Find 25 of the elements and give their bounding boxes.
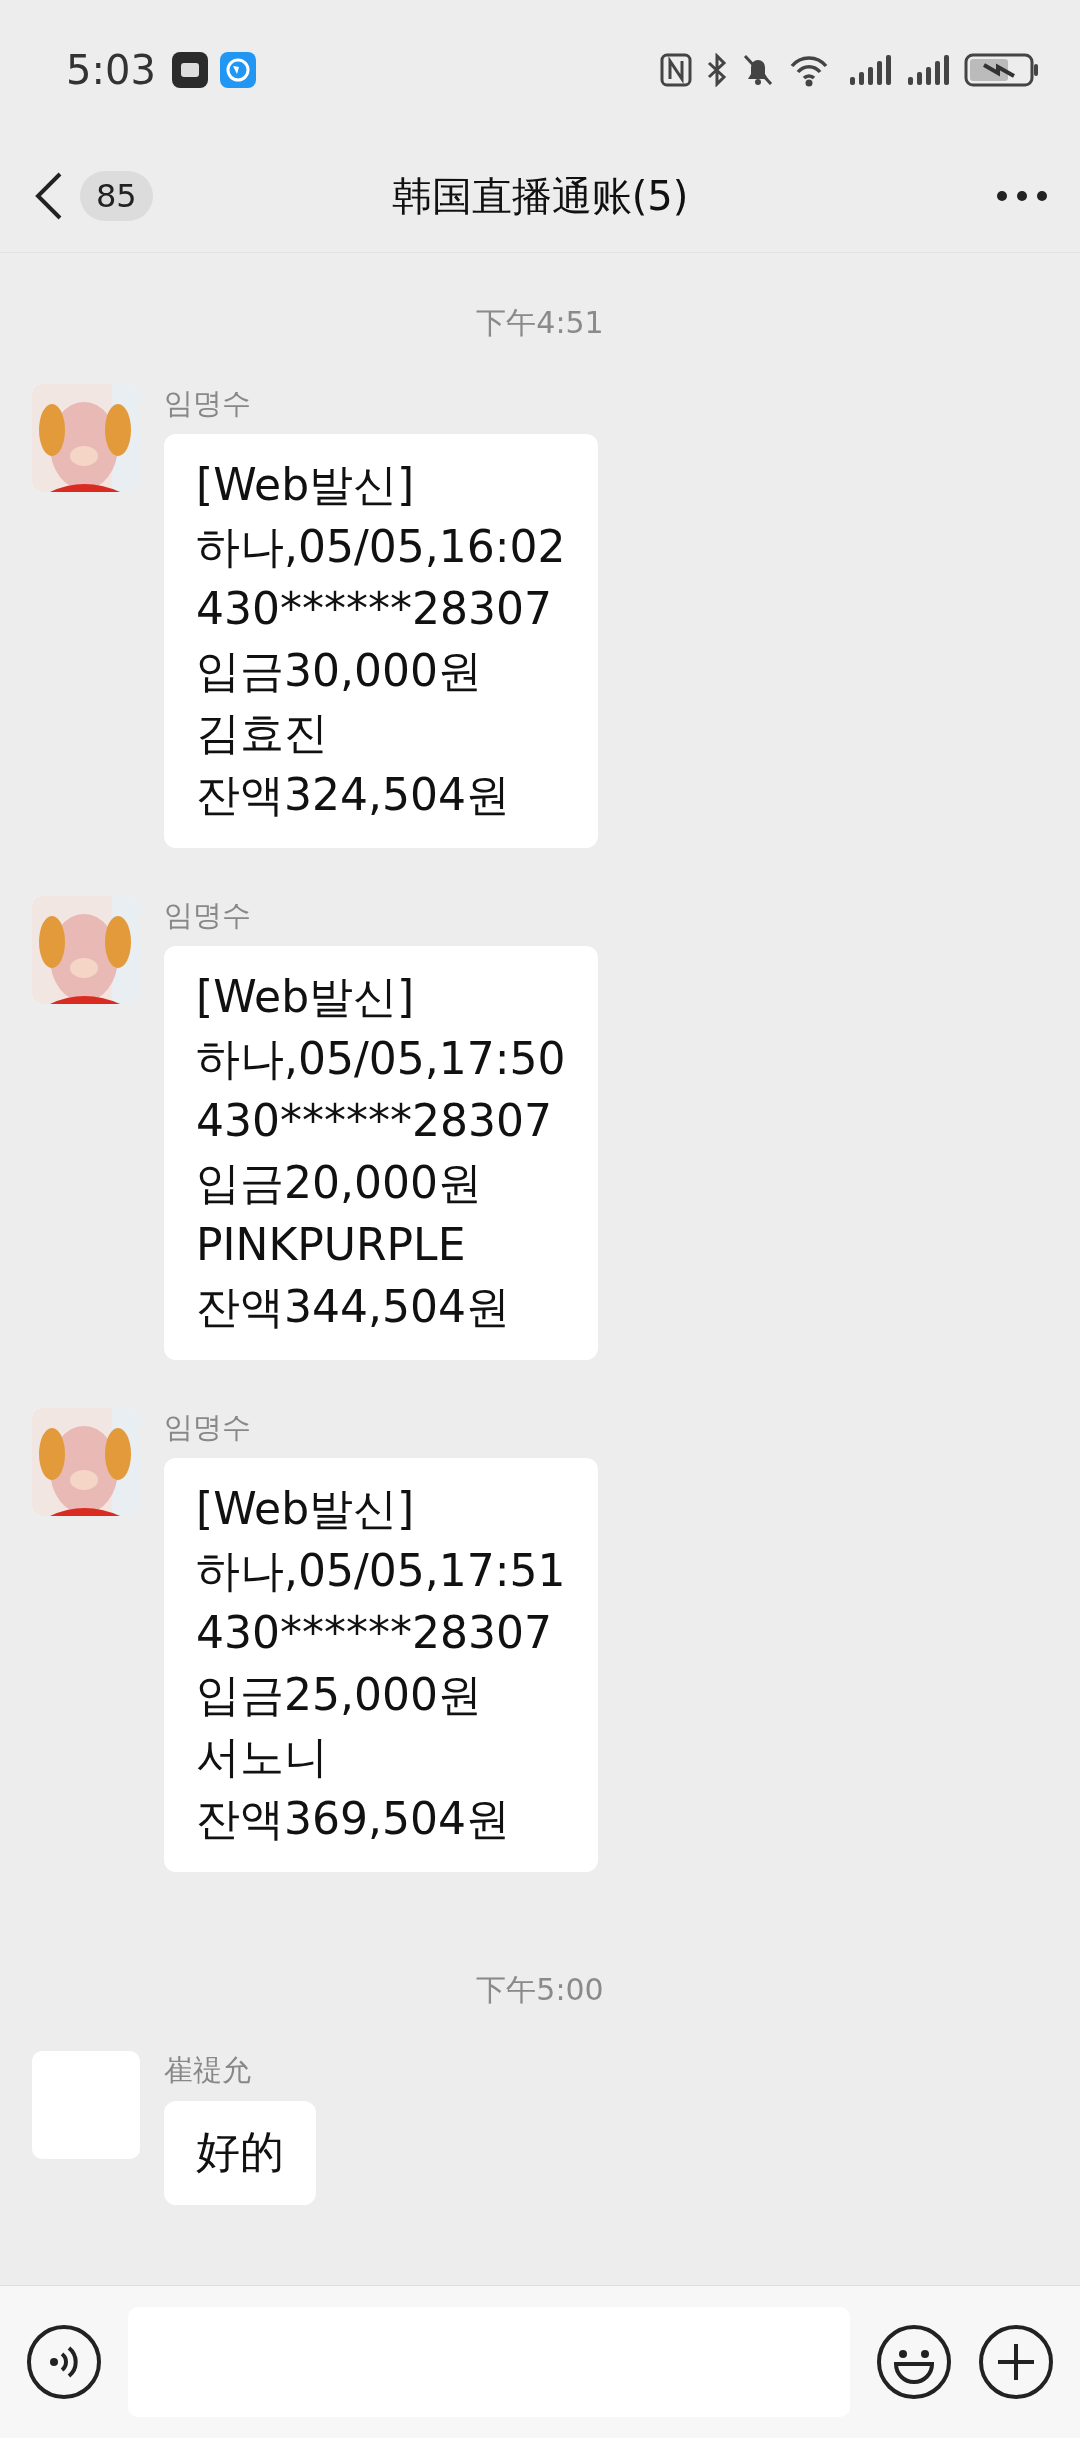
- more-icon[interactable]: [994, 188, 1050, 204]
- sender-name: 임명수: [164, 897, 251, 934]
- voice-icon[interactable]: [26, 2324, 102, 2400]
- sender-name: 崔禔允: [164, 2052, 251, 2089]
- clock: 5:03: [66, 47, 156, 93]
- globe-icon: [219, 52, 256, 88]
- muted-bell-icon: [742, 53, 774, 87]
- signal-icon: [906, 53, 950, 87]
- message-bubble: [Web발신] 하나,05/05,16:02 430******28307 입금30,000원 김효진 잔액324,504원: [164, 434, 598, 848]
- timestamp: 下午4:51: [476, 304, 605, 342]
- signal-icon: [848, 53, 892, 87]
- message-bubble: 好的: [164, 2101, 316, 2205]
- message-bubble: [Web발신] 하나,05/05,17:51 430******28307 입금25,000원 서노니 잔액369,504원: [164, 1458, 598, 1872]
- battery-icon: [964, 53, 1040, 87]
- timestamp: 下午5:00: [476, 1971, 605, 2009]
- plus-icon[interactable]: [978, 2324, 1054, 2400]
- app-icon: [171, 52, 208, 88]
- bluetooth-icon: [706, 53, 728, 87]
- chat-title: 韩国直播通账(5): [391, 172, 689, 219]
- emoji-icon[interactable]: [876, 2324, 952, 2400]
- sender-name: 임명수: [164, 385, 251, 422]
- sender-name: 임명수: [164, 1409, 251, 1446]
- nfc-icon: [660, 53, 692, 87]
- unread-count: 85: [80, 171, 153, 221]
- message-bubble: [Web발신] 하나,05/05,17:50 430******28307 입금20,000원 PINKPURPLE 잔액344,504원: [164, 946, 598, 1360]
